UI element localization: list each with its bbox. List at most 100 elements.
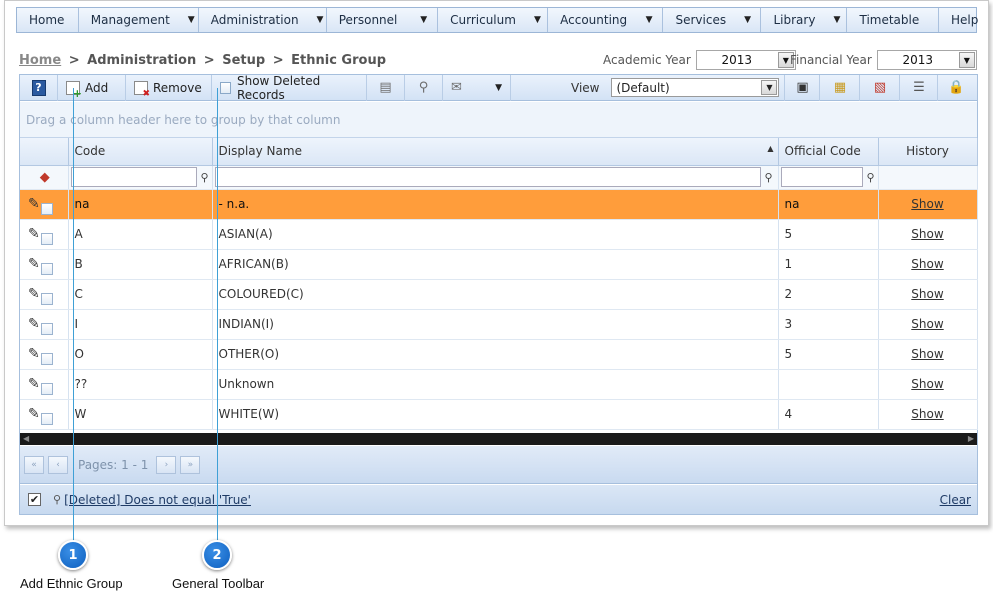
code-cell: ?? [68, 369, 213, 400]
checkbox-icon[interactable] [220, 81, 231, 94]
delete-view-button[interactable]: ▧ [860, 74, 901, 101]
menu-item-home[interactable]: Home [17, 8, 79, 32]
lock-button[interactable]: 🔒 [938, 75, 974, 101]
header-history[interactable]: History [878, 138, 978, 166]
show-history-link[interactable]: Show [911, 347, 943, 361]
header-code[interactable]: Code [68, 138, 213, 166]
callout-line-2 [217, 88, 218, 545]
chevron-down-icon: ▼ [316, 15, 324, 25]
edit-pencil-icon[interactable]: ✎ [28, 376, 40, 392]
edit-pencil-icon[interactable]: ✎ [28, 406, 40, 422]
filter-enabled-checkbox[interactable]: ✔ [28, 493, 41, 506]
row-checkbox[interactable] [40, 323, 53, 335]
row-checkbox[interactable] [40, 233, 53, 245]
active-filter-link[interactable]: [Deleted] Does not equal 'True' [64, 493, 251, 507]
table-row[interactable]: ✎ W WHITE(W) 4 Show [20, 399, 978, 430]
menu-item-curriculum[interactable]: Curriculum ▼ [438, 8, 549, 32]
callout-label-1: Add Ethnic Group [20, 576, 123, 591]
filter-icon[interactable]: ⚲ [867, 171, 875, 184]
view-select[interactable]: (Default) ▼ [611, 78, 780, 97]
last-page-button[interactable]: » [180, 455, 201, 474]
row-checkbox[interactable] [40, 413, 53, 425]
view-settings-button[interactable]: ☰ [900, 74, 939, 101]
display-name-filter-input[interactable] [214, 167, 761, 187]
export-button[interactable]: ✉ ▼ [443, 74, 511, 101]
next-page-button[interactable]: › [156, 455, 177, 474]
show-history-link[interactable]: Show [911, 317, 943, 331]
menu-item-help[interactable]: Help [939, 8, 979, 32]
filter-button[interactable]: ⚲ [405, 74, 443, 101]
show-history-link[interactable]: Show [911, 227, 943, 241]
code-cell: I [68, 309, 213, 340]
breadcrumb-home-link[interactable]: Home [19, 53, 61, 68]
group-by-area[interactable]: Drag a column header here to group by th… [20, 102, 977, 138]
column-chooser-button[interactable]: ▤ [367, 74, 405, 101]
menu-item-label: Home [29, 13, 65, 27]
save-view-button[interactable]: ▣ [784, 74, 821, 101]
prev-page-button[interactable]: ‹ [48, 455, 68, 474]
filter-icon[interactable]: ⚲ [765, 171, 773, 184]
edit-pencil-icon[interactable]: ✎ [28, 346, 40, 362]
row-actions-cell: ✎ [20, 249, 69, 280]
edit-pencil-icon[interactable]: ✎ [28, 256, 40, 272]
row-checkbox[interactable] [40, 263, 53, 275]
menu-item-label: Library [773, 13, 816, 27]
table-row[interactable]: ✎ B AFRICAN(B) 1 Show [20, 249, 978, 280]
financial-year-select[interactable]: 2013 ▼ [876, 50, 977, 70]
table-row[interactable]: ✎?? Unknown Show [20, 369, 978, 400]
chevron-down-icon[interactable]: ▼ [495, 83, 502, 93]
row-checkbox[interactable] [40, 293, 53, 305]
table-row[interactable]: ✎ na - n.a. na Show [20, 189, 978, 220]
academic-year-select[interactable]: 2013 ▼ [695, 50, 796, 70]
official-code-filter-input[interactable] [780, 167, 863, 187]
remove-button[interactable]: Remove [126, 74, 212, 101]
add-button[interactable]: Add [58, 74, 126, 101]
header-official-code[interactable]: Official Code [778, 138, 879, 166]
horizontal-scrollbar[interactable]: ◀ ▶ [20, 433, 977, 445]
callout-label-2: General Toolbar [172, 576, 265, 591]
edit-pencil-icon[interactable]: ✎ [28, 196, 40, 212]
row-checkbox[interactable] [40, 203, 53, 215]
show-history-link[interactable]: Show [911, 287, 943, 301]
menu-item-label: Curriculum [450, 13, 516, 27]
help-button[interactable]: ? [20, 74, 58, 101]
header-display-name[interactable]: Display Name ▲ [212, 138, 779, 166]
table-row[interactable]: ✎ C COLOURED(C) 2 Show [20, 279, 978, 310]
first-page-button[interactable]: « [24, 455, 44, 474]
menu-item-management[interactable]: Management ▼ [79, 8, 199, 32]
ethnic-group-grid: ? Add Remove Show Deleted Records ▤ ⚲ ✉ [19, 74, 978, 515]
show-history-link[interactable]: Show [911, 197, 943, 211]
eraser-icon[interactable]: ◆ [40, 170, 50, 185]
menu-item-library[interactable]: Library ▼ [761, 8, 848, 32]
row-checkbox[interactable] [40, 383, 53, 395]
callout-badge-1: 1 [58, 540, 88, 570]
filter-icon: ⚲ [53, 493, 62, 506]
show-history-link[interactable]: Show [911, 407, 943, 421]
edit-pencil-icon[interactable]: ✎ [28, 316, 40, 332]
table-row[interactable]: ✎ A ASIAN(A) 5 Show [20, 219, 978, 250]
scroll-left-icon[interactable]: ◀ [23, 434, 29, 443]
new-view-icon: ▦ [833, 80, 847, 95]
edit-pencil-icon[interactable]: ✎ [28, 286, 40, 302]
scroll-right-icon[interactable]: ▶ [968, 434, 974, 443]
show-history-link[interactable]: Show [911, 257, 943, 271]
new-view-button[interactable]: ▦ [820, 74, 861, 101]
menu-item-label: Help [951, 13, 979, 27]
clear-filter-cell[interactable]: ◆ [20, 165, 69, 190]
edit-pencil-icon[interactable]: ✎ [28, 226, 40, 242]
menu-item-personnel[interactable]: Personnel ▼ [327, 8, 439, 32]
menu-item-services[interactable]: Services ▼ [663, 8, 762, 32]
table-row[interactable]: ✎ O OTHER(O) 5 Show [20, 339, 978, 370]
clear-filter-link[interactable]: Clear [940, 493, 971, 507]
show-history-link[interactable]: Show [911, 377, 943, 391]
menu-item-administration[interactable]: Administration ▼ [199, 8, 327, 32]
chevron-down-icon[interactable]: ▼ [958, 52, 975, 68]
chevron-down-icon[interactable]: ▼ [761, 80, 778, 95]
filter-icon[interactable]: ⚲ [201, 171, 209, 184]
show-deleted-records-toggle[interactable]: Show Deleted Records [212, 74, 367, 102]
code-filter-input[interactable] [70, 167, 197, 187]
menu-item-accounting[interactable]: Accounting ▼ [548, 8, 664, 32]
table-row[interactable]: ✎ I INDIAN(I) 3 Show [20, 309, 978, 340]
row-checkbox[interactable] [40, 353, 53, 365]
menu-item-timetable[interactable]: Timetable [847, 8, 940, 32]
